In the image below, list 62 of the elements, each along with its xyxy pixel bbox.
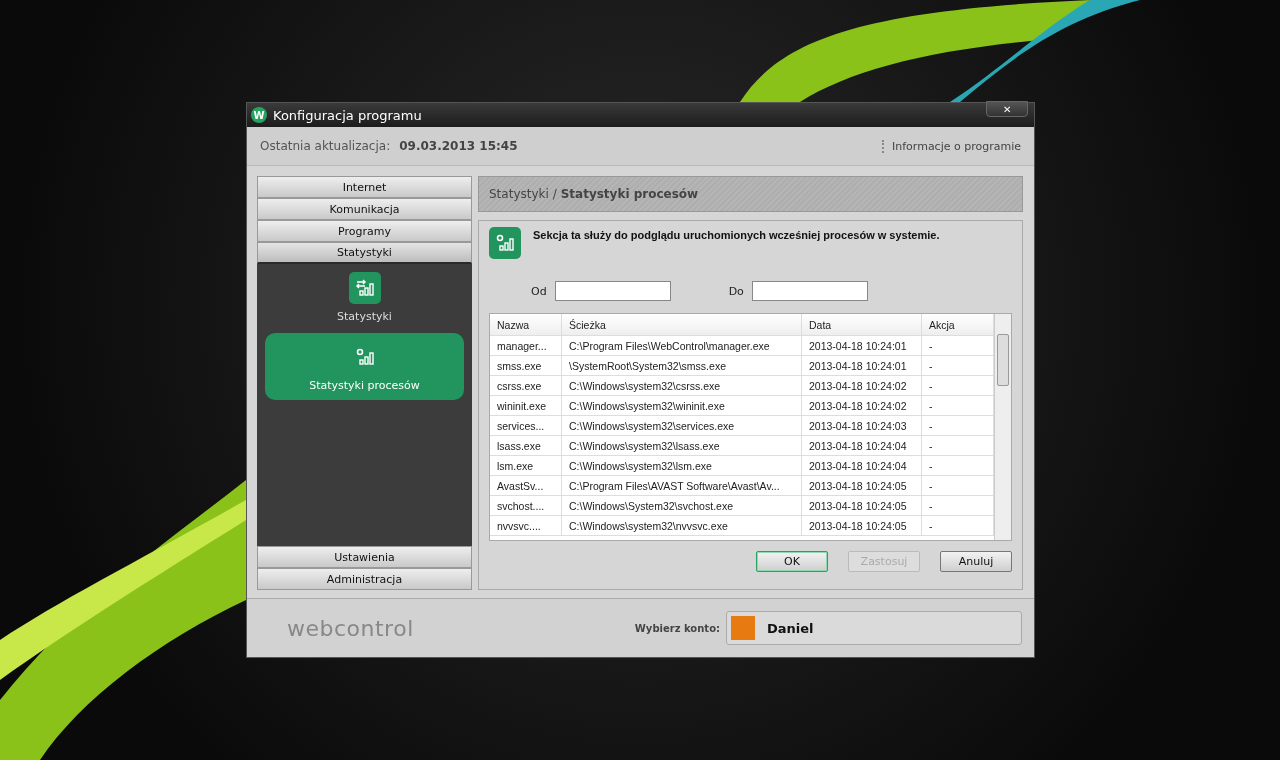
- dialog-button[interactable]: OK: [756, 551, 828, 572]
- table-cell: C:\Program Files\AVAST Software\Avast\Av...: [562, 476, 802, 495]
- table-cell: 2013-04-18 10:24:02: [802, 376, 922, 395]
- sidebar-group[interactable]: Programy: [257, 220, 472, 242]
- table-cell: C:\Windows\System32\svchost.exe: [562, 496, 802, 515]
- table-cell: 2013-04-18 10:24:01: [802, 336, 922, 355]
- last-update-label: Ostatnia aktualizacja:: [260, 139, 391, 153]
- sidebar-group[interactable]: Administracja: [257, 568, 472, 590]
- table-cell: lsass.exe: [490, 436, 562, 455]
- dialog-button[interactable]: Anuluj: [940, 551, 1012, 572]
- table-cell: 2013-04-18 10:24:05: [802, 476, 922, 495]
- date-field[interactable]: [751, 281, 868, 301]
- date-label: Od: [531, 284, 547, 298]
- close-button[interactable]: ✕: [986, 101, 1028, 117]
- section-description: Sekcja ta służy do podglądu uruchomionych wcześniej procesów w systemie.: [533, 229, 940, 241]
- table-cell: manager...: [490, 336, 562, 355]
- brand-logo: webcontrol: [287, 615, 414, 641]
- sidebar-group[interactable]: Komunikacja: [257, 198, 472, 220]
- table-cell: nvvsvc....: [490, 516, 562, 535]
- table-cell: 2013-04-18 10:24:02: [802, 396, 922, 415]
- table-cell: C:\Windows\system32\lsm.exe: [562, 456, 802, 475]
- transfer-chart-icon: [348, 272, 381, 304]
- window-title: Konfiguracja programu: [273, 107, 422, 123]
- table-cell: C:\Windows\system32\csrss.exe: [562, 376, 802, 395]
- table-cell: wininit.exe: [490, 396, 562, 415]
- account-selector[interactable]: Daniel: [726, 611, 1022, 645]
- app-logo-icon: W: [251, 107, 267, 123]
- column-header[interactable]: Ścieżka: [562, 314, 802, 335]
- table-cell: \SystemRoot\System32\smss.exe: [562, 356, 802, 375]
- table-cell: 2013-04-18 10:24:03: [802, 416, 922, 435]
- about-link[interactable]: Informacje o programie: [882, 139, 1021, 153]
- table-cell: C:\Windows\system32\lsass.exe: [562, 436, 802, 455]
- table-cell: services...: [490, 416, 562, 435]
- table-cell: smss.exe: [490, 356, 562, 375]
- table-cell: 2013-04-18 10:24:04: [802, 456, 922, 475]
- account-label: Wybierz konto:: [634, 622, 720, 634]
- table-cell: 2013-04-18 10:24:04: [802, 436, 922, 455]
- column-header[interactable]: Nazwa: [490, 314, 562, 335]
- sidebar-group[interactable]: Ustawienia: [257, 546, 472, 568]
- gear-chart-icon: [489, 227, 521, 259]
- table-cell: C:\Windows\system32\wininit.exe: [562, 396, 802, 415]
- table-cell: 2013-04-18 10:24:05: [802, 516, 922, 535]
- table-cell: C:\Windows\system32\nvvsvc.exe: [562, 516, 802, 535]
- sidebar-group[interactable]: Internet: [257, 176, 472, 198]
- table-cell: 2013-04-18 10:24:05: [802, 496, 922, 515]
- table-cell: csrss.exe: [490, 376, 562, 395]
- table-cell: svchost....: [490, 496, 562, 515]
- table-cell: C:\Windows\system32\services.exe: [562, 416, 802, 435]
- date-label: Do: [728, 284, 744, 298]
- table-cell: 2013-04-18 10:24:01: [802, 356, 922, 375]
- last-update-value: 09.03.2013 15:45: [399, 139, 518, 153]
- breadcrumb-bar: Statystyki / Statystyki procesów: [478, 176, 1023, 212]
- column-header[interactable]: Data: [802, 314, 922, 335]
- sidebar-item[interactable]: Statystyki procesów: [265, 333, 464, 400]
- scrollbar[interactable]: [994, 314, 1011, 540]
- table-cell: lsm.exe: [490, 456, 562, 475]
- table-cell: C:\Program Files\WebControl\manager.exe: [562, 336, 802, 355]
- photo-placeholder: [731, 616, 755, 640]
- sidebar-group[interactable]: Statystyki: [257, 242, 472, 264]
- sidebar-item[interactable]: Statystyki: [265, 270, 464, 325]
- table-cell: AvastSv...: [490, 476, 562, 495]
- date-field[interactable]: [554, 281, 671, 301]
